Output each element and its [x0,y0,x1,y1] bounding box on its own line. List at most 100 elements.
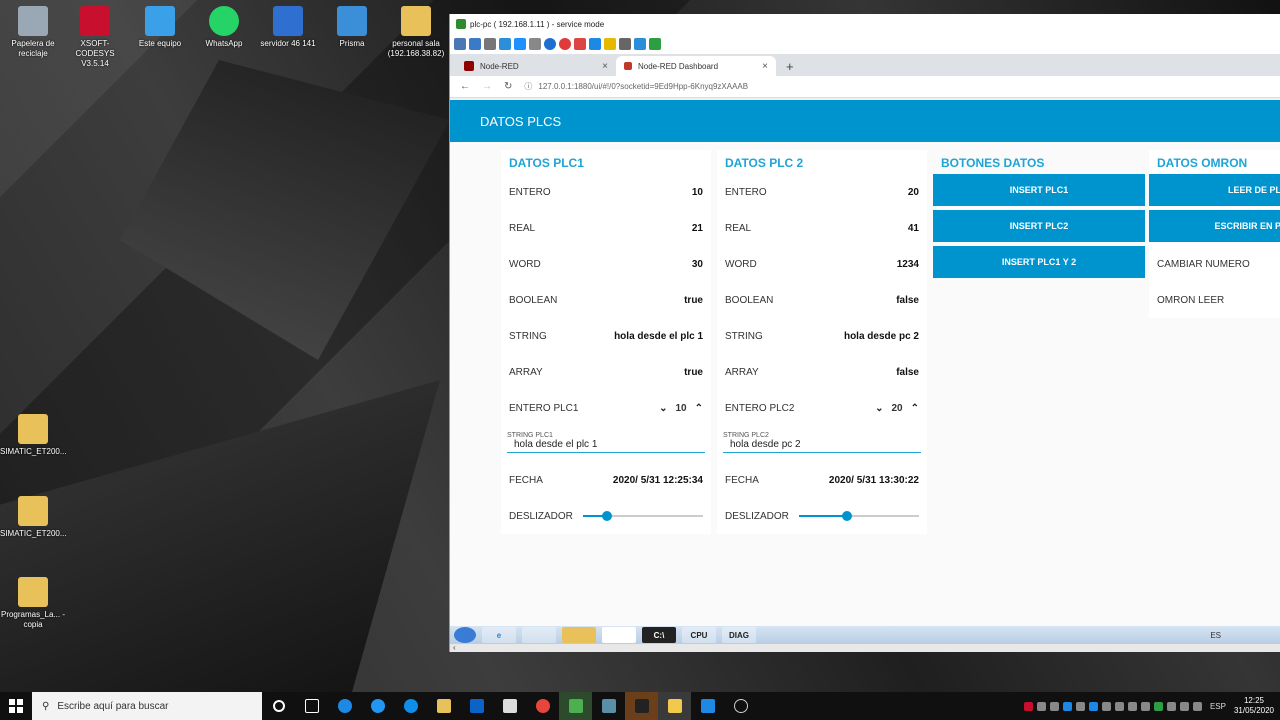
file-explorer-icon[interactable] [427,692,460,720]
desktop-icon-prisma[interactable]: Prisma [319,6,385,49]
transfer-icon[interactable] [634,38,646,50]
start-button[interactable] [0,692,32,720]
remote-app-icon[interactable] [559,692,592,720]
insert-plc1-button[interactable]: INSERT PLC1 [933,174,1145,206]
desktop-icon-recycle-bin[interactable]: Papelera de reciclaje [0,6,66,59]
photos-icon[interactable] [691,692,724,720]
stop-icon[interactable] [559,38,571,50]
volume-icon[interactable] [1192,701,1202,711]
cortana-icon[interactable] [262,692,295,720]
tray-icon[interactable] [1166,701,1176,711]
desktop-icon-simatic-1[interactable]: SIMATIC_ET200... [0,414,67,457]
insert-plc1-y-2-button[interactable]: INSERT PLC1 Y 2 [933,246,1145,278]
clock-time: 12:25 [1243,696,1264,705]
desktop-icon-codesys[interactable]: XSOFT-CODESYS V3.5.14 [62,6,128,69]
desktop-icon-this-pc[interactable]: Este equipo [127,6,193,49]
slider[interactable] [583,509,703,523]
tray-icon[interactable] [1075,701,1085,711]
slider-thumb[interactable] [602,511,612,521]
horizontal-scrollbar[interactable]: ‹ [450,644,1280,652]
network-icon[interactable] [1179,701,1189,711]
tia-portal-icon[interactable] [592,692,625,720]
chevron-down-icon[interactable]: ⌄ [875,403,883,414]
terminal-icon[interactable]: C:\ [642,627,676,643]
insert-plc2-button[interactable]: INSERT PLC2 [933,210,1145,242]
close-icon[interactable]: × [762,61,768,72]
edge-icon[interactable] [328,692,361,720]
new-tab-button[interactable]: + [776,59,804,76]
close-icon[interactable]: × [602,61,608,72]
remote-taskbar: e C:\ CPU DIAG ES [450,626,1280,644]
text-row: ARRAY false [717,354,927,390]
numeric-value[interactable]: 10 [675,403,686,414]
leer-de-plc-button[interactable]: LEER DE PL [1149,174,1280,206]
tab-node-red[interactable]: Node-RED × [456,56,616,76]
window-titlebar[interactable]: plc-pc ( 192.168.1.11 ) - service mode [450,14,1280,34]
desktop-icon-simatic-2[interactable]: SIMATIC_ET200... [0,496,67,539]
chrome-icon[interactable] [602,627,636,643]
folder-icon[interactable] [562,627,596,643]
language-indicator[interactable]: ESP [1210,702,1226,711]
terminal-icon[interactable] [625,692,658,720]
group-botones-datos: BOTONES DATOS INSERT PLC1 INSERT PLC2 IN… [933,150,1145,282]
notes-icon[interactable] [658,692,691,720]
fullscreen-icon[interactable] [469,38,481,50]
document-icon[interactable] [574,38,586,50]
tray-icon[interactable] [1049,701,1059,711]
ie-icon[interactable]: e [482,627,516,643]
forward-icon[interactable]: → [482,81,492,92]
monitor-icon[interactable] [589,38,601,50]
reload-icon[interactable]: ↻ [504,81,512,92]
ie-icon[interactable] [361,692,394,720]
zoom-icon[interactable] [619,38,631,50]
refresh-icon[interactable] [499,38,511,50]
tool-icon[interactable] [493,692,526,720]
outlook-icon[interactable] [460,692,493,720]
task-view-icon[interactable] [295,692,328,720]
numeric-value[interactable]: 20 [891,403,902,414]
tray-icon[interactable] [1088,701,1098,711]
start-orb-icon[interactable] [454,627,476,643]
language-indicator[interactable]: ES [1210,631,1221,640]
taskbar-search[interactable]: ⚲ Escribe aquí para buscar [32,692,262,720]
desktop-icon-programas[interactable]: Programas_La... - copia [0,577,66,630]
url-field[interactable]: ⓘ 127.0.0.1:1880/ui/#!/0?socketid=9Ed9Hp… [524,81,748,92]
tray-icon[interactable] [1127,701,1137,711]
settings-icon[interactable] [454,38,466,50]
chevron-up-icon[interactable]: ⌃ [695,403,703,414]
settings-icon[interactable] [724,692,757,720]
string-input[interactable]: hola desde pc 2 [723,439,921,453]
tray-icon[interactable] [1101,701,1111,711]
chrome-icon[interactable] [526,692,559,720]
taskbar-clock[interactable]: 12:25 31/05/2020 [1234,696,1274,716]
tray-icon[interactable] [1023,701,1033,711]
slider-thumb[interactable] [842,511,852,521]
slider[interactable] [799,509,919,523]
chevron-up-icon[interactable]: ⌃ [911,403,919,414]
desktop-icon-server[interactable]: servidor 46 141 [255,6,321,49]
row-label: BOOLEAN [509,294,558,306]
chat-icon[interactable] [649,38,661,50]
escribir-en-plc-button[interactable]: ESCRIBIR EN P [1149,210,1280,242]
string-input[interactable]: hola desde el plc 1 [507,439,705,453]
gear-icon[interactable] [484,38,496,50]
desktop-icon-personal-sala[interactable]: personal sala (192.168.38.82) [383,6,449,59]
info-icon[interactable] [544,38,556,50]
tray-icon[interactable] [1036,701,1046,711]
note-icon[interactable] [604,38,616,50]
diag-button[interactable]: DIAG [722,627,756,643]
teamviewer-icon[interactable] [394,692,427,720]
tray-icon[interactable] [1153,701,1163,711]
tab-node-red-dashboard[interactable]: Node-RED Dashboard × [616,56,776,76]
tray-icon[interactable] [1140,701,1150,711]
grid-icon[interactable] [529,38,541,50]
cpu-button[interactable]: CPU [682,627,716,643]
scroll-left-icon[interactable]: ‹ [453,643,456,652]
desktop-icon-whatsapp[interactable]: WhatsApp [191,6,257,49]
back-icon[interactable]: ← [460,81,470,92]
tray-icon[interactable] [1114,701,1124,711]
tray-icon[interactable] [1062,701,1072,711]
windows-icon[interactable] [514,38,526,50]
media-icon[interactable] [522,627,556,643]
chevron-down-icon[interactable]: ⌄ [659,403,667,414]
